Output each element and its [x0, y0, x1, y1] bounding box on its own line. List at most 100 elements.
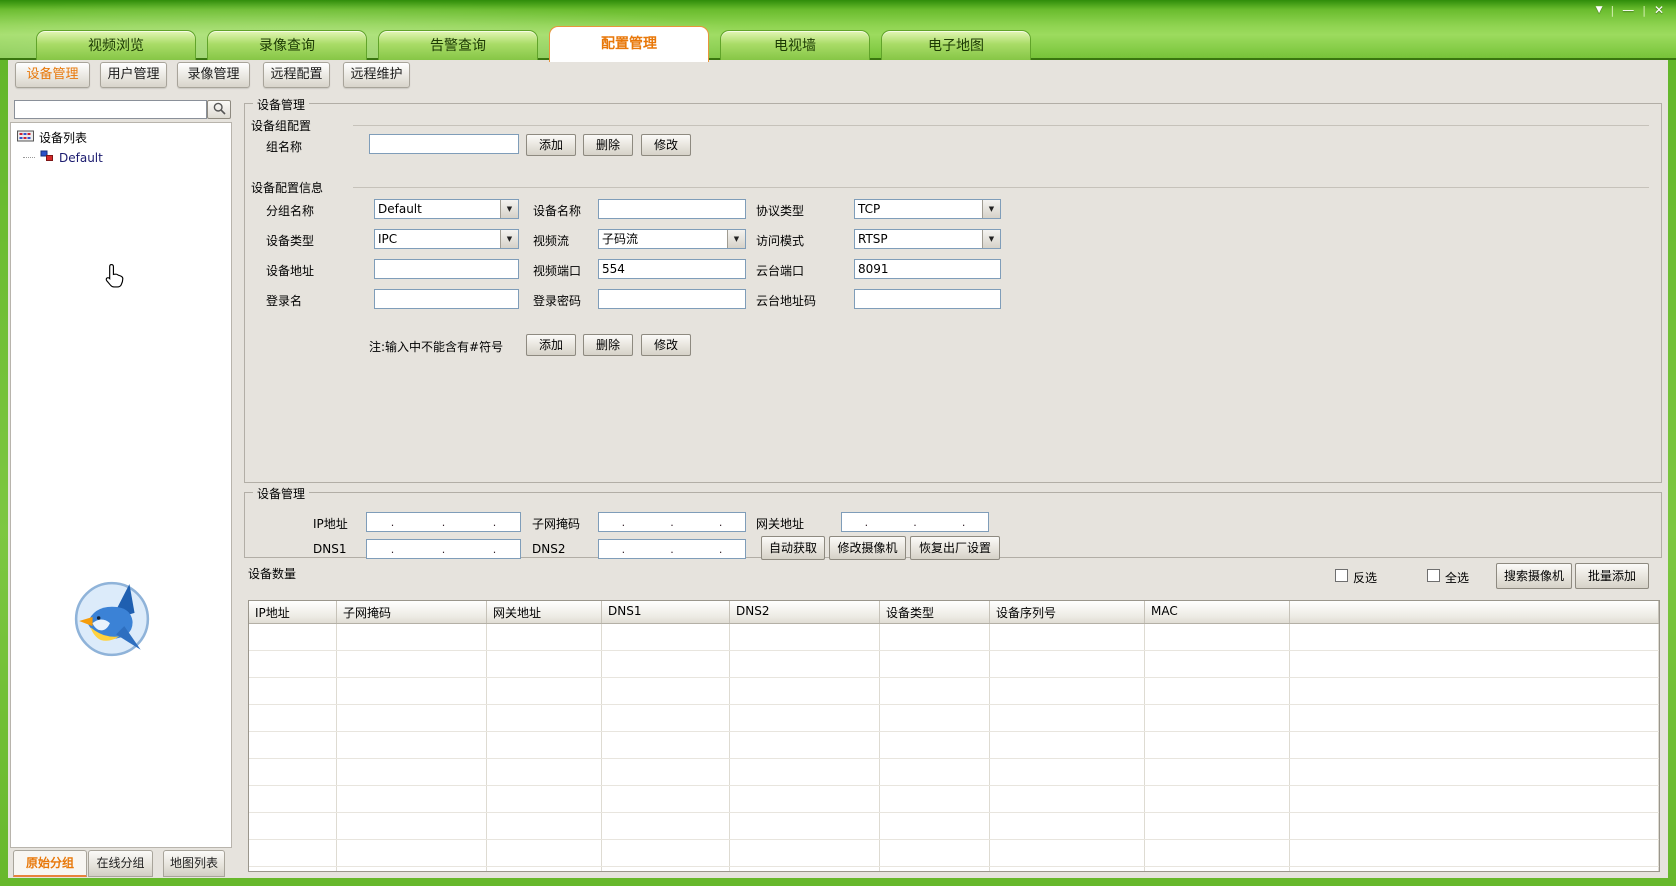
column-header-5[interactable]: 设备类型: [880, 601, 990, 623]
table-cell: [1145, 786, 1290, 812]
chevron-down-icon[interactable]: ▼: [727, 230, 745, 248]
ip-label: IP地址: [313, 515, 348, 532]
toolbar-button-user-manage[interactable]: 用户管理: [100, 62, 167, 88]
ip-dot: .: [493, 542, 497, 558]
dns2-input[interactable]: ...: [598, 539, 746, 559]
column-header-7[interactable]: MAC: [1145, 601, 1290, 623]
select-all-checkbox[interactable]: [1427, 569, 1440, 582]
gateway-input[interactable]: ...: [841, 512, 989, 532]
device-add-button[interactable]: 添加: [526, 334, 576, 356]
video-port-label: 视频端口: [533, 262, 581, 279]
table-cell: [1290, 840, 1659, 866]
device-modify-button[interactable]: 修改: [641, 334, 691, 356]
access-mode-select[interactable]: RTSP ▼: [854, 229, 1001, 249]
invert-checkbox[interactable]: [1335, 569, 1348, 582]
column-header-3[interactable]: DNS1: [602, 601, 730, 623]
chevron-down-icon[interactable]: ▼: [982, 230, 1000, 248]
login-name-input[interactable]: [374, 289, 519, 309]
sidebar-tab-online-group[interactable]: 在线分组: [88, 850, 153, 877]
select-all-checkbox-label: 全选: [1445, 569, 1469, 586]
toolbar-button-remote-maintain[interactable]: 远程维护: [343, 62, 410, 88]
device-delete-button[interactable]: 删除: [583, 334, 633, 356]
table-cell: [602, 759, 730, 785]
section-title-group-config: 设备组配置: [251, 117, 311, 134]
column-header-1[interactable]: 子网掩码: [337, 601, 487, 623]
protocol-label: 协议类型: [756, 202, 804, 219]
control-separator: |: [1642, 4, 1646, 17]
table-cell: [1290, 759, 1659, 785]
chevron-down-icon[interactable]: ▼: [982, 200, 1000, 218]
video-port-input[interactable]: [598, 259, 746, 279]
section-title-device-config: 设备配置信息: [251, 179, 323, 196]
device-type-select[interactable]: IPC ▼: [374, 229, 519, 249]
toolbar-button-remote-config[interactable]: 远程配置: [263, 62, 330, 88]
table-cell: [1290, 651, 1659, 677]
search-button[interactable]: [207, 100, 231, 119]
tree-item-device-list[interactable]: 设备列表: [17, 129, 87, 146]
main-tab-video-browse[interactable]: 视频浏览: [36, 30, 196, 60]
device-manage-groupbox: 设备管理 设备组配置 组名称 添加 删除 修改 设备配置信息 分组名称 Defa…: [244, 103, 1662, 483]
group-select[interactable]: Default ▼: [374, 199, 519, 219]
table-cell: [249, 732, 337, 758]
group-name-input[interactable]: [369, 134, 519, 154]
ptz-address-input[interactable]: [854, 289, 1001, 309]
device-address-input[interactable]: [374, 259, 519, 279]
toolbar-button-device-manage[interactable]: 设备管理: [15, 62, 90, 88]
minimize-icon[interactable]: —: [1622, 3, 1634, 17]
column-header-4[interactable]: DNS2: [730, 601, 880, 623]
ip-dot: .: [442, 515, 446, 531]
protocol-select[interactable]: TCP ▼: [854, 199, 1001, 219]
main-tab-alarm-query[interactable]: 告警查询: [378, 30, 538, 60]
search-camera-button[interactable]: 搜索摄像机: [1496, 563, 1572, 589]
main-tab-e-map[interactable]: 电子地图: [881, 30, 1031, 60]
ptz-port-input[interactable]: [854, 259, 1001, 279]
group-delete-button[interactable]: 删除: [583, 134, 633, 156]
login-password-input[interactable]: [598, 289, 746, 309]
group-name-label: 组名称: [266, 138, 302, 155]
login-password-label: 登录密码: [533, 292, 581, 309]
ptz-address-label: 云台地址码: [756, 292, 816, 309]
tree-item-default[interactable]: Default: [23, 150, 103, 165]
column-header-0[interactable]: IP地址: [249, 601, 337, 623]
table-cell: [1290, 678, 1659, 704]
table-cell: [487, 732, 602, 758]
toolbar-button-record-manage[interactable]: 录像管理: [177, 62, 250, 88]
table-cell: [249, 678, 337, 704]
sidebar-tab-original-group[interactable]: 原始分组: [13, 850, 87, 877]
column-header-8[interactable]: [1290, 601, 1659, 623]
window-controls: ▼ | — | ✕: [1596, 3, 1664, 17]
factory-reset-button[interactable]: 恢复出厂设置: [910, 536, 1000, 560]
column-header-2[interactable]: 网关地址: [487, 601, 602, 623]
sidebar-tab-map-list[interactable]: 地图列表: [163, 850, 225, 877]
chevron-down-icon[interactable]: ▼: [500, 230, 518, 248]
close-icon[interactable]: ✕: [1654, 3, 1664, 17]
table-cell: [880, 624, 990, 650]
device-table: IP地址子网掩码网关地址DNS1DNS2设备类型设备序列号MAC: [248, 600, 1660, 872]
chevron-down-icon[interactable]: ▼: [500, 200, 518, 218]
search-input[interactable]: [14, 100, 207, 119]
auto-get-button[interactable]: 自动获取: [761, 536, 825, 560]
table-cell: [602, 867, 730, 872]
ip-input[interactable]: ...: [366, 512, 521, 532]
main-tab-config-manage[interactable]: 配置管理: [549, 26, 709, 62]
video-stream-select[interactable]: 子码流 ▼: [598, 229, 746, 249]
group-add-button[interactable]: 添加: [526, 134, 576, 156]
tray-menu-icon[interactable]: ▼: [1596, 3, 1603, 17]
group-modify-button[interactable]: 修改: [641, 134, 691, 156]
table-cell: [880, 732, 990, 758]
table-cell: [1145, 867, 1290, 872]
column-header-6[interactable]: 设备序列号: [990, 601, 1145, 623]
table-cell: [602, 624, 730, 650]
main-tab-record-query[interactable]: 录像查询: [207, 30, 367, 60]
mask-input[interactable]: ...: [598, 512, 746, 532]
table-cell: [990, 624, 1145, 650]
modify-camera-button[interactable]: 修改摄像机: [829, 536, 906, 560]
device-name-input[interactable]: [598, 199, 746, 219]
group-select-value: Default: [375, 200, 500, 218]
table-cell: [249, 840, 337, 866]
ip-dot: .: [622, 542, 626, 558]
dns1-input[interactable]: ...: [366, 539, 521, 559]
device-list-icon: [17, 130, 34, 145]
batch-add-button[interactable]: 批量添加: [1575, 563, 1649, 589]
main-tab-tv-wall[interactable]: 电视墙: [720, 30, 870, 60]
